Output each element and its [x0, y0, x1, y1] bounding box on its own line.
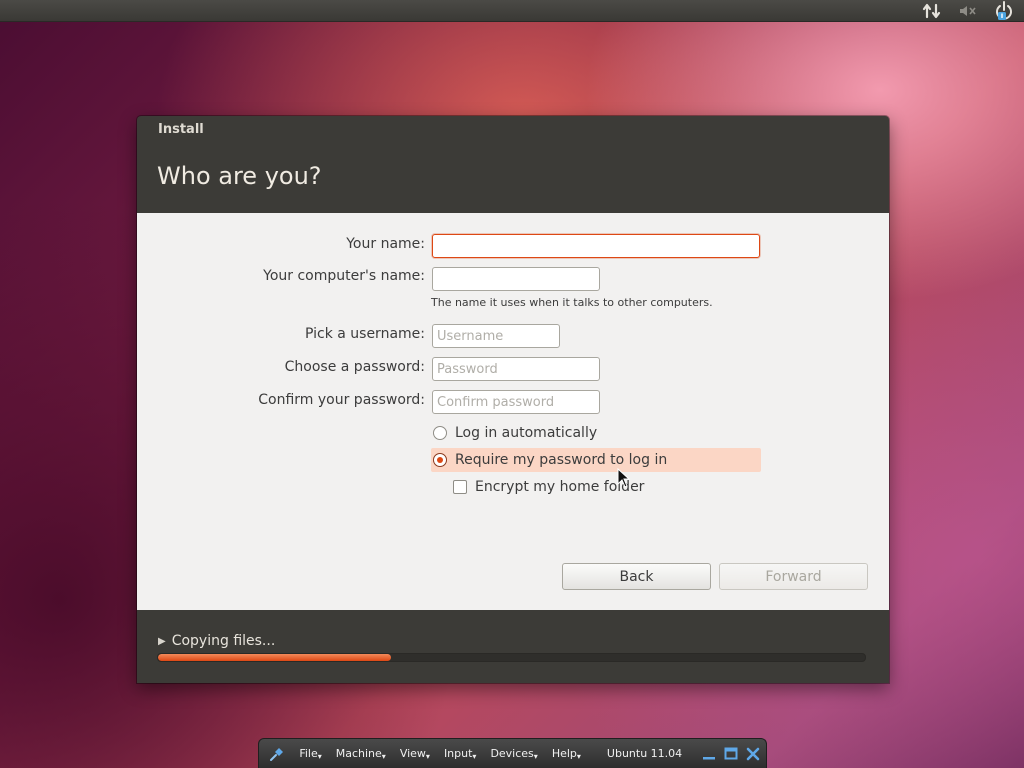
- password-input[interactable]: [432, 357, 600, 381]
- top-panel: [0, 0, 1024, 22]
- mouse-pointer-icon: [617, 468, 631, 488]
- virtualbox-mini-toolbar: File▾ Machine▾ View▾ Input▾ Devices▾ Hel…: [258, 738, 767, 768]
- vbox-menu-help[interactable]: Help▾: [552, 747, 581, 761]
- vbox-menu-file[interactable]: File▾: [299, 747, 321, 761]
- vbox-menu-machine[interactable]: Machine▾: [336, 747, 386, 761]
- back-button[interactable]: Back: [562, 563, 711, 590]
- confirm-password-label: Confirm your password:: [258, 392, 425, 408]
- username-label: Pick a username:: [304, 326, 425, 342]
- vbox-menu-devices[interactable]: Devices▾: [490, 747, 537, 761]
- computer-name-input[interactable]: [432, 267, 600, 291]
- your-name-label: Your name:: [346, 236, 425, 252]
- confirm-password-input[interactable]: [432, 390, 600, 414]
- require-password-option[interactable]: Require my password to log in: [431, 448, 761, 472]
- login-automatically-option[interactable]: Log in automatically: [431, 421, 761, 445]
- login-automatically-label: Log in automatically: [455, 425, 598, 441]
- vbox-menu-input[interactable]: Input▾: [444, 747, 477, 761]
- computer-name-label: Your computer's name:: [263, 268, 425, 284]
- vm-name: Ubuntu 11.04: [606, 747, 683, 760]
- window-title: Install: [158, 122, 204, 137]
- username-input[interactable]: [432, 324, 560, 348]
- encrypt-home-checkbox[interactable]: [453, 480, 467, 494]
- progress-status-label: Copying files...: [171, 633, 276, 649]
- page-heading: Who are you?: [157, 162, 322, 190]
- network-icon[interactable]: [920, 2, 944, 20]
- close-icon[interactable]: [744, 744, 762, 764]
- login-automatically-radio[interactable]: [433, 426, 447, 440]
- minimize-icon[interactable]: [700, 744, 718, 764]
- encrypt-home-option[interactable]: Encrypt my home folder: [453, 476, 644, 498]
- pin-icon[interactable]: [269, 746, 285, 762]
- restore-window-icon[interactable]: [722, 744, 740, 764]
- vbox-menu-view[interactable]: View▾: [400, 747, 430, 761]
- sound-muted-icon[interactable]: [956, 2, 980, 20]
- your-name-input[interactable]: [432, 234, 760, 258]
- form-panel: Your name: Your computer's name: The nam…: [137, 213, 889, 610]
- require-password-radio[interactable]: [433, 453, 447, 467]
- computer-name-hint: The name it uses when it talks to other …: [431, 296, 713, 309]
- install-progress-bar: [157, 653, 866, 662]
- password-label: Choose a password:: [284, 359, 425, 375]
- forward-button[interactable]: Forward: [719, 563, 868, 590]
- power-icon[interactable]: [992, 1, 1016, 20]
- install-progress-fill: [158, 654, 392, 661]
- require-password-label: Require my password to log in: [455, 452, 668, 468]
- progress-status[interactable]: ▶ Copying files...: [158, 633, 275, 649]
- installer-window: Install Who are you? Your name: Your com…: [137, 116, 889, 683]
- expander-arrow-icon[interactable]: ▶: [158, 636, 166, 647]
